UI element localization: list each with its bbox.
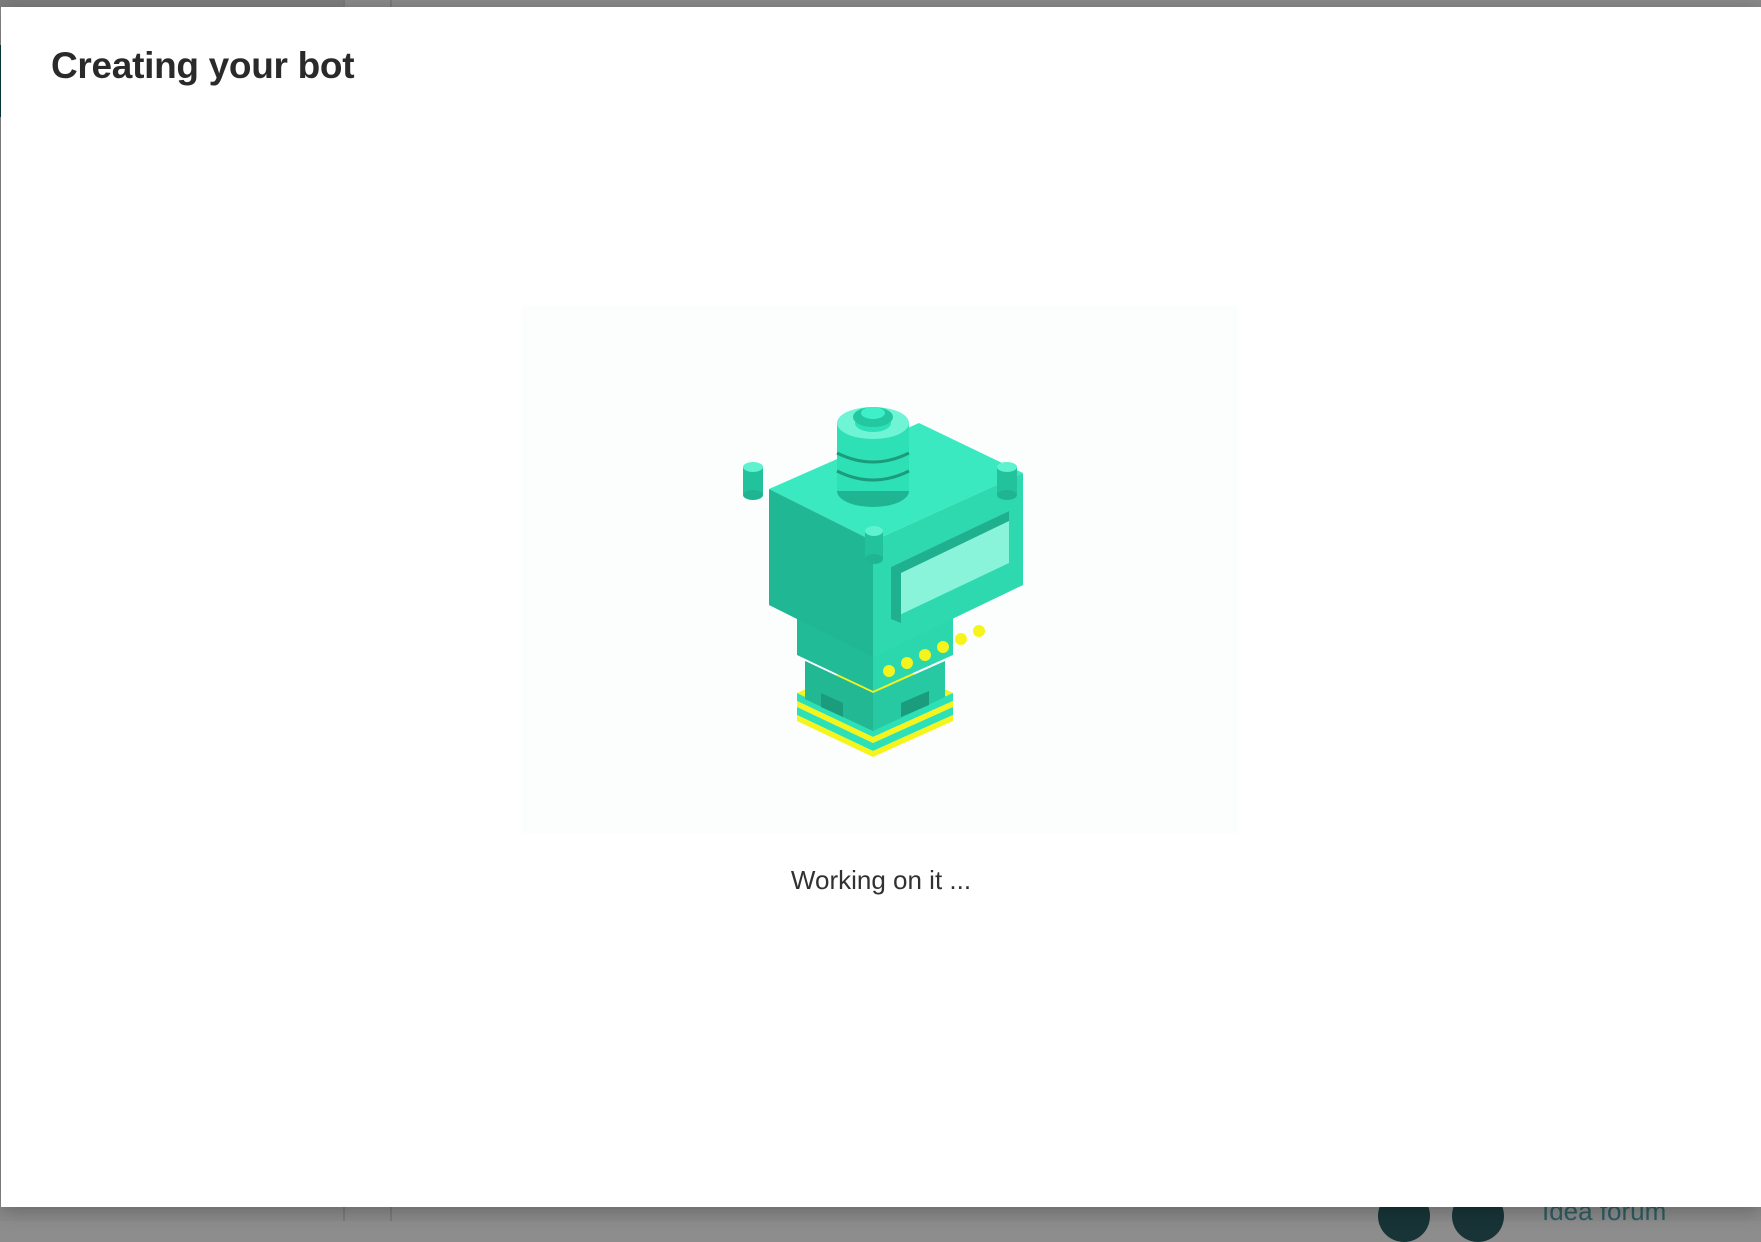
creating-bot-dialog: Creating your bot Working on it ... <box>1 7 1761 1207</box>
bot-build-illustration <box>521 305 1239 833</box>
dialog-title: Creating your bot <box>51 45 355 86</box>
isometric-bot-build-icon <box>743 407 1023 757</box>
status-message: Working on it ... <box>790 865 972 895</box>
central-cylinder <box>836 407 910 507</box>
